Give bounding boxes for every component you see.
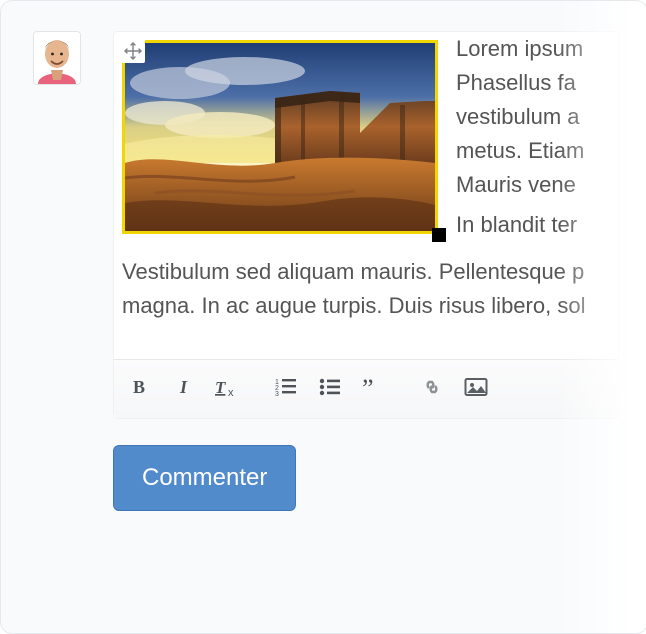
rich-text-editor[interactable]: Lorem ipsum Phasellus fa vestibulum a me… [113,31,619,419]
svg-text:I: I [179,377,188,397]
svg-text:T: T [215,378,226,397]
editor-text-top: Lorem ipsum Phasellus fa vestibulum a me… [456,36,584,197]
unordered-list-button[interactable] [308,366,352,408]
submit-button-label: Commenter [142,464,267,491]
ordered-list-button[interactable]: 1 2 3 [264,366,308,408]
editor-toolbar: B I T x 1 2 [114,359,618,418]
image-button[interactable] [454,366,498,408]
editor-text-block: Vestibulum sed aliquam mauris. Pellentes… [122,259,585,318]
link-button[interactable] [410,366,454,408]
blockquote-button[interactable]: ” [352,366,396,408]
inserted-image[interactable] [122,40,438,234]
italic-button[interactable]: I [162,366,206,408]
clear-format-button[interactable]: T x [206,366,250,408]
move-handle-icon[interactable] [121,39,145,63]
svg-text:”: ” [362,377,374,397]
bold-button[interactable]: B [118,366,162,408]
editor-text-after-image: In blandit ter [456,212,577,237]
resize-handle-icon[interactable] [432,228,446,242]
avatar [33,31,81,85]
svg-text:3: 3 [275,391,279,397]
svg-text:x: x [228,387,234,397]
svg-text:B: B [133,377,145,397]
submit-button[interactable]: Commenter [113,445,296,511]
comment-compose-panel: Lorem ipsum Phasellus fa vestibulum a me… [0,0,646,634]
